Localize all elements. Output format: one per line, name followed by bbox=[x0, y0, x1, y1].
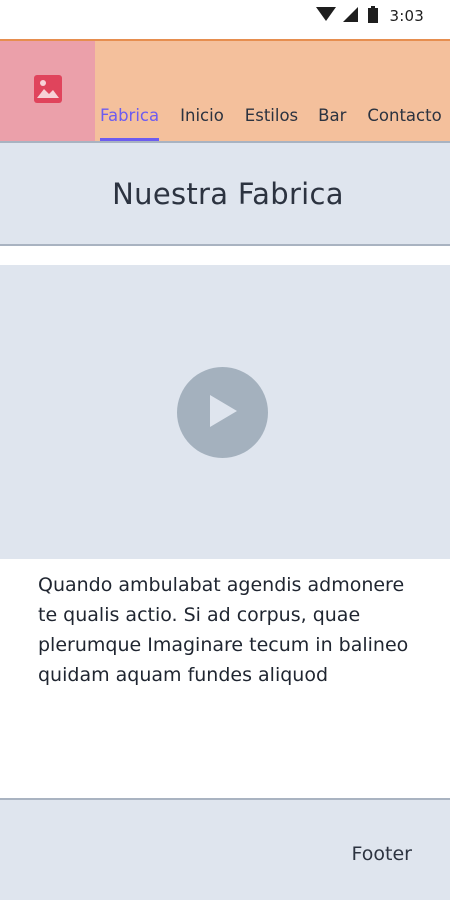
logo[interactable] bbox=[0, 41, 95, 141]
nav-tabs: Fabrica Inicio Estilos Bar Contacto bbox=[100, 41, 442, 141]
footer: Footer bbox=[0, 798, 450, 900]
tab-bar[interactable]: Bar bbox=[318, 41, 346, 141]
play-icon bbox=[208, 394, 238, 432]
title-band: Nuestra Fabrica bbox=[0, 143, 450, 246]
play-button[interactable] bbox=[177, 367, 268, 458]
signal-icon bbox=[342, 6, 358, 26]
battery-icon bbox=[367, 5, 378, 27]
page-title: Nuestra Fabrica bbox=[112, 176, 344, 211]
tab-inicio[interactable]: Inicio bbox=[180, 41, 224, 141]
status-time: 3:03 bbox=[389, 7, 424, 25]
status-bar: 3:03 bbox=[0, 0, 450, 40]
status-icons: 3:03 bbox=[315, 5, 424, 27]
tab-fabrica[interactable]: Fabrica bbox=[100, 41, 160, 141]
footer-label: Footer bbox=[351, 843, 412, 865]
wifi-icon bbox=[315, 6, 336, 26]
image-icon bbox=[33, 75, 62, 107]
app-header: Fabrica Inicio Estilos Bar Contacto bbox=[0, 39, 450, 143]
tab-estilos[interactable]: Estilos bbox=[245, 41, 298, 141]
body-paragraph: Quando ambulabat agendis admonere te qua… bbox=[38, 574, 409, 686]
app-screen: 3:03 Fabrica Inicio Estilos Bar Contacto… bbox=[0, 0, 450, 900]
tab-contacto[interactable]: Contacto bbox=[367, 41, 441, 141]
